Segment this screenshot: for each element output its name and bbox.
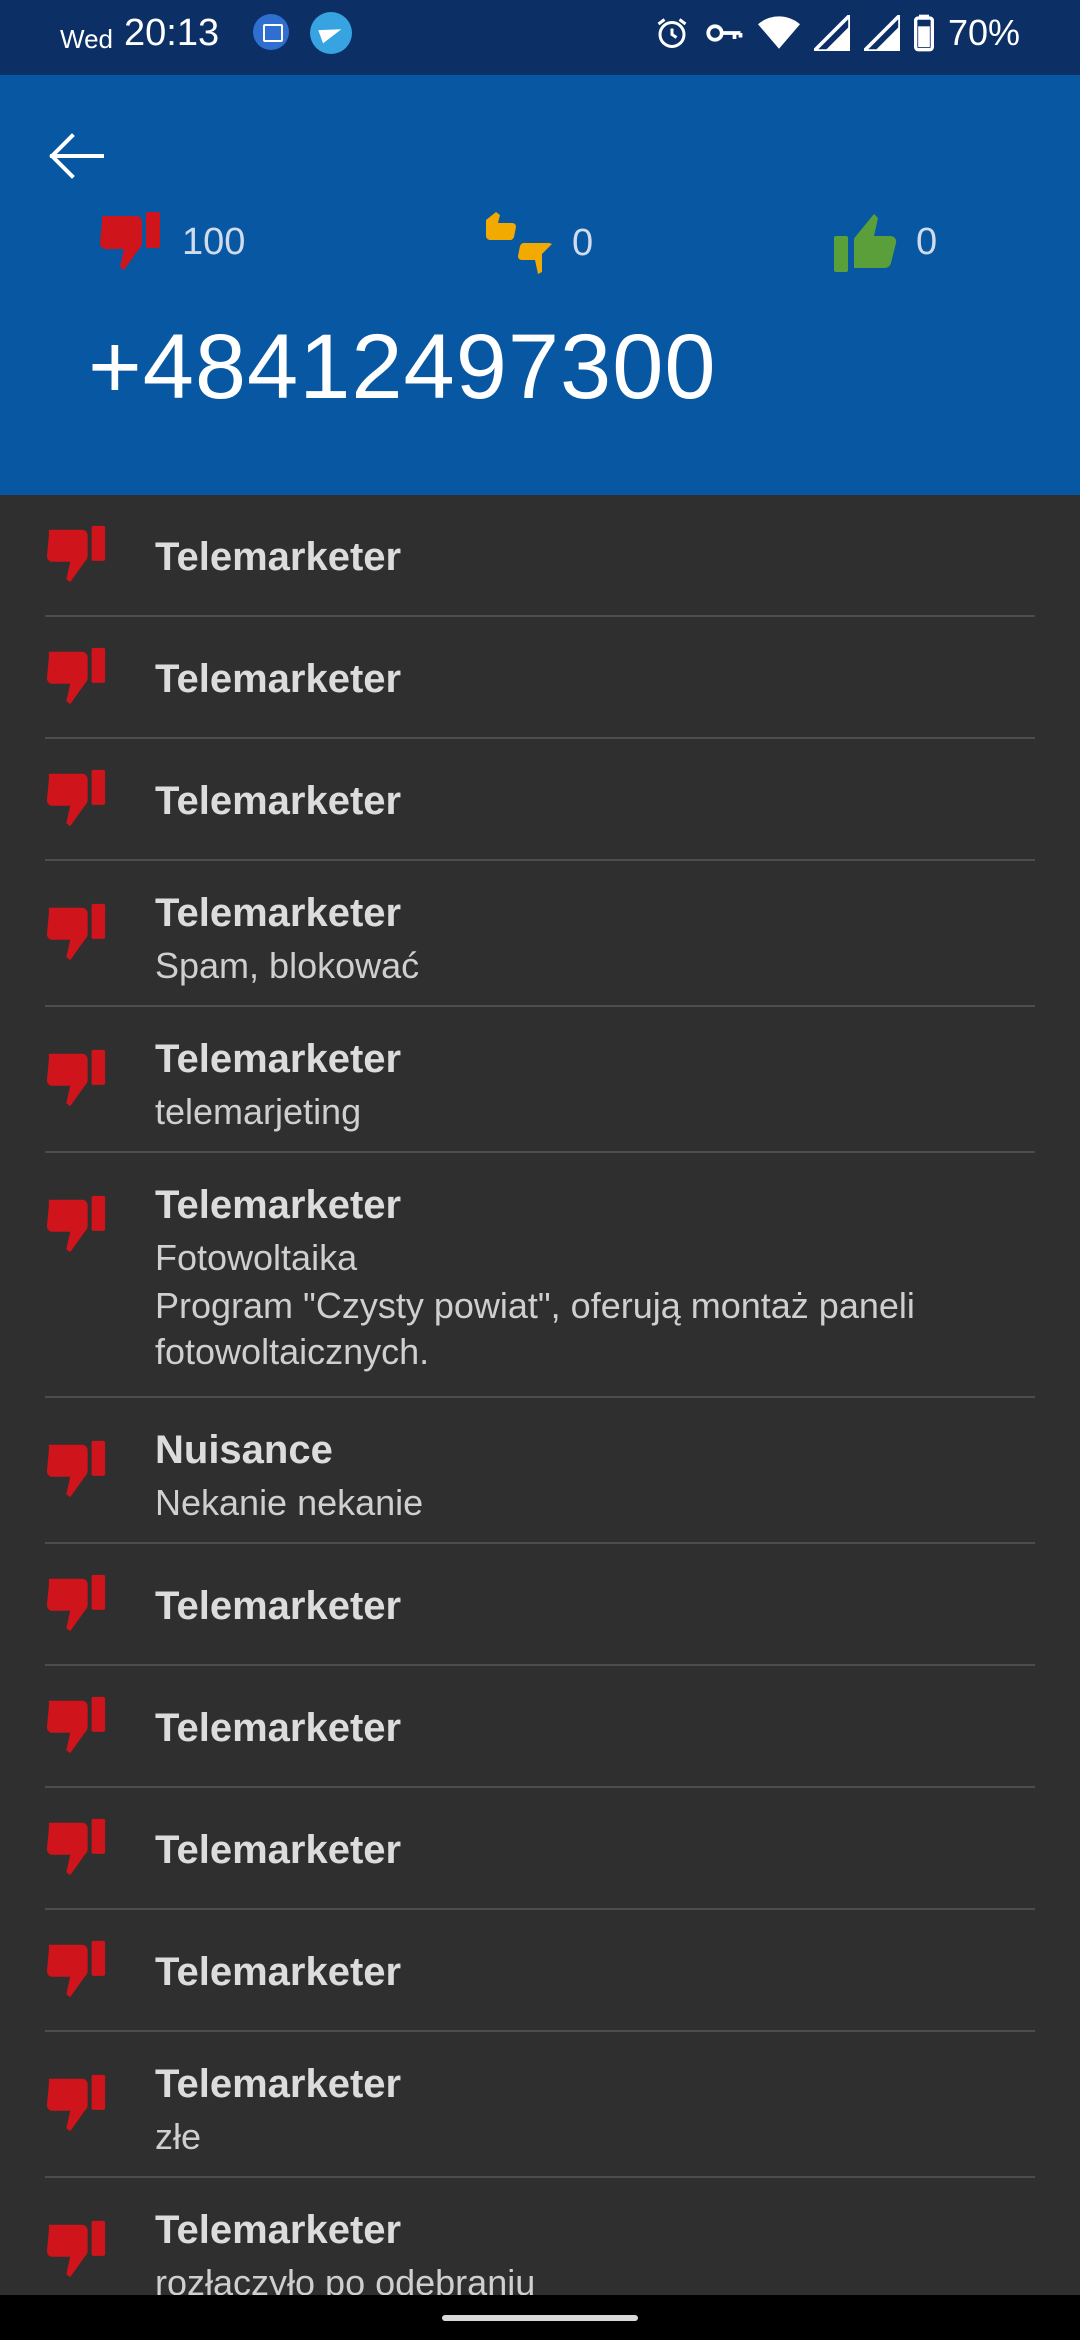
thumbs-down-icon [46, 903, 106, 961]
report-category: Telemarketer [155, 535, 402, 579]
positive-count: 0 [916, 220, 938, 263]
report-comment: złe [155, 2116, 202, 2157]
thumbs-down-icon [46, 1940, 106, 1998]
report-item[interactable]: Telemarketer [45, 1544, 1035, 1666]
report-category: Telemarketer [155, 1706, 402, 1750]
report-item[interactable]: Telemarketer Spam, blokować [45, 861, 1035, 1007]
phone-number: +48412497300 [88, 316, 717, 418]
back-arrow-icon[interactable] [44, 130, 108, 182]
status-bar: Wed 20:13 70% [0, 0, 1080, 75]
report-category: Telemarketer [155, 1584, 402, 1628]
battery-percent: 70% [947, 12, 1020, 53]
report-comment: telemarjeting [155, 1091, 362, 1132]
thumbs-down-icon [46, 2074, 106, 2132]
alarm-icon [657, 18, 687, 48]
report-item[interactable]: Telemarketer [45, 495, 1035, 617]
report-category: Telemarketer [155, 779, 402, 823]
neutral-count: 0 [572, 221, 594, 264]
telegram-notification-icon [310, 12, 352, 54]
negative-count: 100 [182, 220, 246, 263]
report-item[interactable]: Telemarketer Fotowoltaika Program "Czyst… [45, 1153, 1035, 1398]
report-comment: Fotowoltaika [155, 1237, 358, 1278]
gallery-notification-icon [253, 14, 289, 50]
navigation-bar [0, 2295, 1080, 2340]
report-item[interactable]: Telemarketer [45, 1910, 1035, 2032]
report-category: Nuisance [155, 1428, 333, 1472]
report-item[interactable]: Telemarketer telemarjeting [45, 1007, 1035, 1153]
thumbs-down-icon [46, 1195, 106, 1253]
status-icons: 70% [654, 10, 1020, 56]
signal-icon [813, 15, 850, 51]
home-gesture-handle[interactable] [442, 2315, 638, 2321]
thumbs-up-icon [834, 214, 897, 272]
report-item[interactable]: Telemarketer rozłączyło po odebraniu [45, 2178, 1035, 2295]
report-comment: Nekanie nekanie [155, 1482, 424, 1523]
report-list[interactable]: Telemarketer Telemarketer Telemarketer T… [0, 495, 1080, 2295]
report-category: Telemarketer [155, 2062, 402, 2106]
report-category: Telemarketer [155, 891, 402, 935]
status-day: Wed [60, 24, 113, 54]
report-category: Telemarketer [155, 1828, 402, 1872]
vpn-key-icon [706, 24, 743, 42]
positive-rating: 0 [832, 210, 937, 274]
report-comment-detail: Program "Czysty powiat", oferują montaż … [155, 1285, 915, 1372]
status-time: 20:13 [124, 12, 220, 54]
thumbs-down-icon [46, 647, 106, 705]
report-category: Telemarketer [155, 1183, 402, 1227]
report-comment: Spam, blokować [155, 945, 420, 986]
report-item[interactable]: Telemarketer [45, 1666, 1035, 1788]
thumbs-down-icon [46, 1049, 106, 1107]
number-header: 100 0 0 +48412497300 [0, 75, 1080, 495]
thumbs-neutral-icon [486, 212, 552, 274]
report-item[interactable]: Nuisance Nekanie nekanie [45, 1398, 1035, 1544]
thumbs-down-icon [46, 1818, 106, 1876]
report-item[interactable]: Telemarketer [45, 739, 1035, 861]
report-category: Telemarketer [155, 657, 402, 701]
report-category: Telemarketer [155, 2208, 402, 2252]
report-item[interactable]: Telemarketer [45, 617, 1035, 739]
wifi-icon [757, 16, 800, 49]
thumbs-down-icon [46, 1696, 106, 1754]
report-comment: rozłączyło po odebraniu [155, 2262, 536, 2295]
thumbs-down-icon [46, 525, 106, 583]
battery-icon [913, 14, 934, 52]
thumbs-down-icon [46, 2220, 106, 2278]
thumbs-down-icon [46, 769, 106, 827]
report-category: Telemarketer [155, 1037, 402, 1081]
negative-rating: 100 [98, 210, 245, 274]
thumbs-down-icon [100, 212, 160, 270]
neutral-rating: 0 [484, 210, 593, 276]
report-item[interactable]: Telemarketer złe [45, 2032, 1035, 2178]
report-category: Telemarketer [155, 1950, 402, 1994]
signal-icon-2 [863, 15, 900, 51]
thumbs-down-icon [46, 1574, 106, 1632]
report-item[interactable]: Telemarketer [45, 1788, 1035, 1910]
thumbs-down-icon [46, 1440, 106, 1498]
